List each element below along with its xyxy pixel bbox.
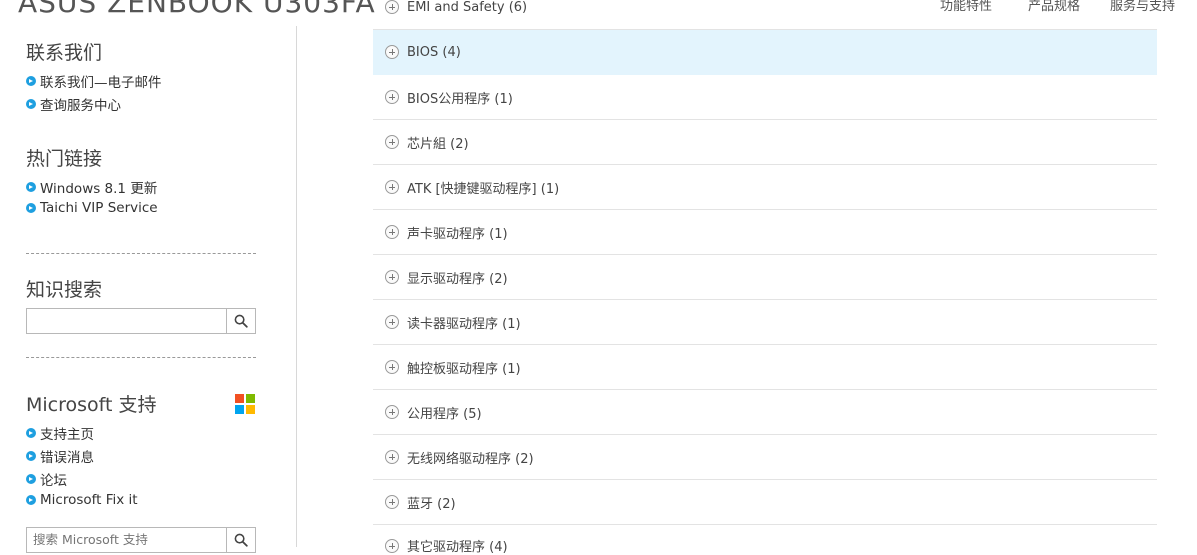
product-title: ASUS ZENBOOK U303FA (18, 0, 376, 19)
expand-plus-icon (385, 225, 399, 239)
category-row-chipset[interactable]: 芯片組 (2) (373, 120, 1157, 165)
category-row-atk[interactable]: ATK [快捷键驱动程序] (1) (373, 165, 1157, 210)
category-row-bios-utility[interactable]: BIOS公用程序 (1) (373, 75, 1157, 120)
expand-plus-icon (385, 405, 399, 419)
microsoft-logo-icon (235, 394, 255, 414)
search-icon (234, 314, 248, 328)
arrow-bullet-icon (26, 182, 36, 192)
sidebar: 联系我们 联系我们—电子邮件 查询服务中心 热门链接 Windows 8.1 更… (0, 26, 297, 553)
contact-title: 联系我们 (26, 42, 103, 64)
knowledge-search-button[interactable] (226, 309, 255, 333)
microsoft-search-box (26, 527, 256, 553)
download-category-list: EMI and Safety (6) BIOS (4) BIOS公用程序 (1)… (373, 0, 1157, 555)
search-icon (234, 533, 248, 547)
arrow-bullet-icon (26, 203, 36, 213)
microsoft-search-button[interactable] (226, 528, 255, 552)
microsoft-support-title: Microsoft 支持 (26, 394, 157, 416)
link-label: 支持主页 (40, 427, 94, 443)
contact-email-link[interactable]: 联系我们—电子邮件 (26, 71, 162, 91)
category-row-display[interactable]: 显示驱动程序 (2) (373, 255, 1157, 300)
category-row-audio[interactable]: 声卡驱动程序 (1) (373, 210, 1157, 255)
link-label: 联系我们—电子邮件 (40, 75, 162, 91)
category-row-bios[interactable]: BIOS (4) (373, 30, 1157, 75)
link-label: 查询服务中心 (40, 98, 121, 114)
ms-forum-link[interactable]: 论坛 (26, 469, 67, 489)
expand-plus-icon (385, 315, 399, 329)
category-row-wireless[interactable]: 无线网络驱动程序 (2) (373, 435, 1157, 480)
link-label: Windows 8.1 更新 (40, 181, 158, 197)
category-row-emi[interactable]: EMI and Safety (6) (373, 0, 1157, 30)
arrow-bullet-icon (26, 428, 36, 438)
expand-plus-icon (385, 180, 399, 194)
expand-plus-icon (385, 90, 399, 104)
hot-links-title: 热门链接 (26, 148, 103, 170)
knowledge-search-input[interactable] (27, 309, 226, 331)
expand-plus-icon (385, 495, 399, 509)
category-row-touchpad[interactable]: 触控板驱动程序 (1) (373, 345, 1157, 390)
ms-fix-it-link[interactable]: Microsoft Fix it (26, 492, 138, 508)
windows-update-link[interactable]: Windows 8.1 更新 (26, 177, 157, 197)
category-row-card-reader[interactable]: 读卡器驱动程序 (1) (373, 300, 1157, 345)
arrow-bullet-icon (26, 474, 36, 484)
expand-plus-icon (385, 450, 399, 464)
category-row-others[interactable]: 其它驱动程序 (4) (373, 525, 1157, 555)
expand-plus-icon (385, 360, 399, 374)
expand-plus-icon (385, 0, 399, 14)
ms-error-messages-link[interactable]: 错误消息 (26, 446, 94, 466)
expand-plus-icon (385, 270, 399, 284)
knowledge-search-box (26, 308, 256, 334)
taichi-vip-link[interactable]: Taichi VIP Service (26, 200, 158, 216)
link-label: Microsoft Fix it (40, 492, 138, 508)
ms-support-home-link[interactable]: 支持主页 (26, 423, 94, 443)
divider (26, 253, 256, 254)
link-label: 错误消息 (40, 450, 94, 466)
service-center-link[interactable]: 查询服务中心 (26, 94, 121, 114)
expand-plus-icon (385, 135, 399, 149)
arrow-bullet-icon (26, 76, 36, 86)
expand-plus-icon (385, 45, 399, 59)
divider (26, 357, 256, 358)
category-row-bluetooth[interactable]: 蓝牙 (2) (373, 480, 1157, 525)
link-label: Taichi VIP Service (40, 200, 158, 216)
link-label: 论坛 (40, 473, 67, 489)
arrow-bullet-icon (26, 495, 36, 505)
expand-plus-icon (385, 539, 399, 553)
knowledge-search-title: 知识搜索 (26, 279, 103, 301)
category-row-utilities[interactable]: 公用程序 (5) (373, 390, 1157, 435)
arrow-bullet-icon (26, 99, 36, 109)
arrow-bullet-icon (26, 451, 36, 461)
